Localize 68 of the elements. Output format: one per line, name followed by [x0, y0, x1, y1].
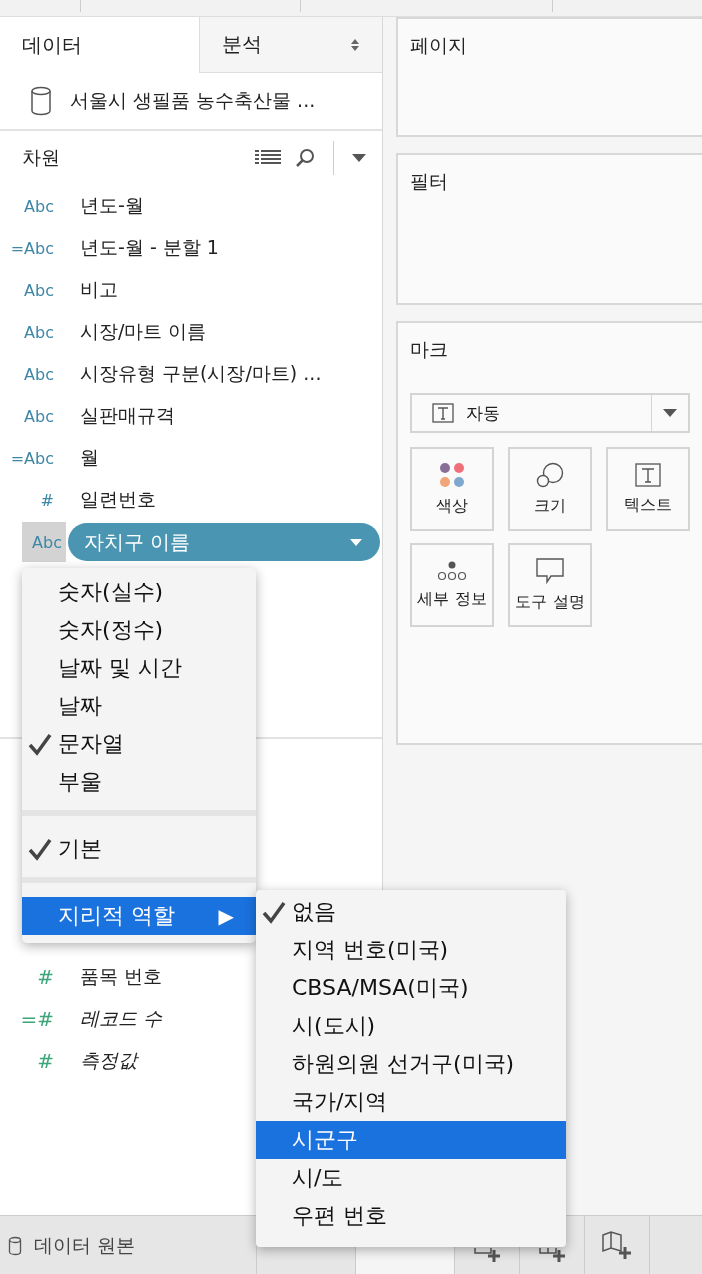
menu-item[interactable]: 우편 번호 — [256, 1197, 566, 1235]
data-source-name[interactable]: 서울시 생필품 농수축산물 ... — [70, 88, 316, 114]
field-name[interactable]: 년도-월 — [80, 193, 144, 219]
mark-property-button[interactable]: 도구 설명 — [508, 543, 592, 627]
filters-shelf[interactable]: 필터 — [396, 153, 702, 305]
detail-dots-icon — [437, 560, 467, 581]
data-type-label: Abc — [23, 321, 55, 344]
mark-property-button[interactable]: 크기 — [508, 447, 592, 531]
menu-item[interactable]: 문자열 — [22, 725, 256, 763]
field-name[interactable]: 레코드 수 — [80, 1006, 163, 1032]
search-icon[interactable] — [295, 148, 315, 168]
data-type-label: Abc — [22, 522, 66, 562]
size-circles-icon — [536, 461, 564, 488]
pages-shelf[interactable]: 페이지 — [396, 17, 702, 137]
field-name[interactable]: 시장/마트 이름 — [80, 319, 207, 345]
grid-plus-icon — [539, 1248, 565, 1263]
mark-property-button[interactable]: 색상 — [410, 447, 494, 531]
menu-item[interactable]: 숫자(정수) — [22, 611, 256, 649]
data-type-label: Abc — [23, 195, 55, 218]
field-name[interactable]: 실판매규격 — [80, 403, 175, 429]
dropdown-arrow-icon[interactable] — [663, 409, 677, 417]
text-mark-icon — [432, 403, 454, 423]
menu-item[interactable]: 시/도 — [256, 1159, 566, 1197]
data-type-label: # — [36, 964, 55, 991]
data-type-label: # — [36, 1048, 55, 1075]
dropdown-arrow-icon[interactable] — [352, 154, 366, 162]
field-name[interactable]: 측정값 — [80, 1048, 137, 1074]
database-icon — [30, 86, 52, 116]
menu-item[interactable]: 지리적 역할 ▶ — [22, 897, 256, 935]
marks-title: 마크 — [410, 337, 449, 362]
dropdown-arrow-icon[interactable] — [350, 538, 362, 546]
mark-property-button[interactable]: 텍스트 — [606, 447, 690, 531]
menu-item[interactable]: 날짜 — [22, 687, 256, 725]
menu-item[interactable]: 날짜 및 시간 — [22, 649, 256, 687]
field-name[interactable]: 월 — [80, 445, 99, 471]
data-type-label: =Abc — [9, 237, 55, 260]
sheet-plus-icon — [474, 1248, 500, 1263]
book-plus-icon — [601, 1231, 633, 1261]
mark-property-button[interactable]: 세부 정보 — [410, 543, 494, 627]
field-name[interactable]: 일련번호 — [80, 487, 156, 513]
data-type-label: Abc — [23, 405, 55, 428]
field-name[interactable]: 년도-월 - 분할 1 — [80, 235, 219, 261]
menu-item[interactable]: 시(도시) — [256, 1007, 566, 1045]
menu-item[interactable]: 없음 — [256, 893, 566, 931]
field-name[interactable]: 비고 — [80, 277, 118, 303]
menu-item[interactable]: 부울 — [22, 763, 256, 801]
menu-item[interactable]: 국가/지역 — [256, 1083, 566, 1121]
section-title: 차원 — [22, 145, 60, 170]
menu-item[interactable]: 하원의원 선거구(미국) — [256, 1045, 566, 1083]
data-type-label: # — [39, 489, 55, 512]
database-icon — [8, 1236, 22, 1256]
data-type-label: =Abc — [9, 447, 55, 470]
field-name[interactable]: 시장유형 구분(시장/마트) ... — [80, 361, 322, 387]
menu-item[interactable]: 시군구 — [256, 1121, 566, 1159]
data-type-label: Abc — [23, 363, 55, 386]
list-view-icon[interactable] — [255, 150, 281, 166]
color-dots-icon — [439, 461, 465, 488]
mark-type-dropdown[interactable]: 자동 — [410, 393, 690, 433]
data-type-label: =# — [19, 1006, 55, 1033]
field-name[interactable]: 품목 번호 — [80, 964, 163, 990]
data-type-label: Abc — [23, 279, 55, 302]
menu-item[interactable]: 기본 — [22, 830, 256, 868]
text-mark-icon — [635, 462, 661, 487]
menu-item[interactable]: CBSA/MSA(미국) — [256, 969, 566, 1007]
speech-bubble-icon — [536, 557, 564, 584]
panel-tab[interactable]: 분석 — [199, 17, 382, 73]
menu-item[interactable]: 숫자(실수) — [22, 573, 256, 611]
menu-item[interactable]: 지역 번호(미국) — [256, 931, 566, 969]
